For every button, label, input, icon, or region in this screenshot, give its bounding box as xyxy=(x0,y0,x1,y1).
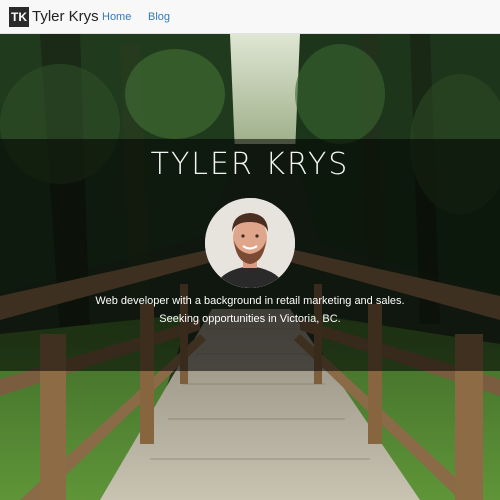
top-navbar: TK Tyler Krys Home Blog xyxy=(0,0,500,34)
nav-link-blog[interactable]: Blog xyxy=(148,9,170,25)
hero-tagline-line1: Web developer with a background in retai… xyxy=(95,295,405,307)
nav-link-home[interactable]: Home xyxy=(102,9,131,25)
hero-title: TYLER KRYS xyxy=(150,147,350,182)
profile-photo xyxy=(205,198,295,288)
brand-logo[interactable]: TK xyxy=(9,7,29,27)
brand-name[interactable]: Tyler Krys xyxy=(32,7,99,27)
hero-tagline-line2: Seeking opportunities in Victoria, BC. xyxy=(159,313,341,325)
profile-avatar xyxy=(205,198,295,288)
hero-section: TYLER KRYS Web developer with a backgrou… xyxy=(0,34,500,500)
